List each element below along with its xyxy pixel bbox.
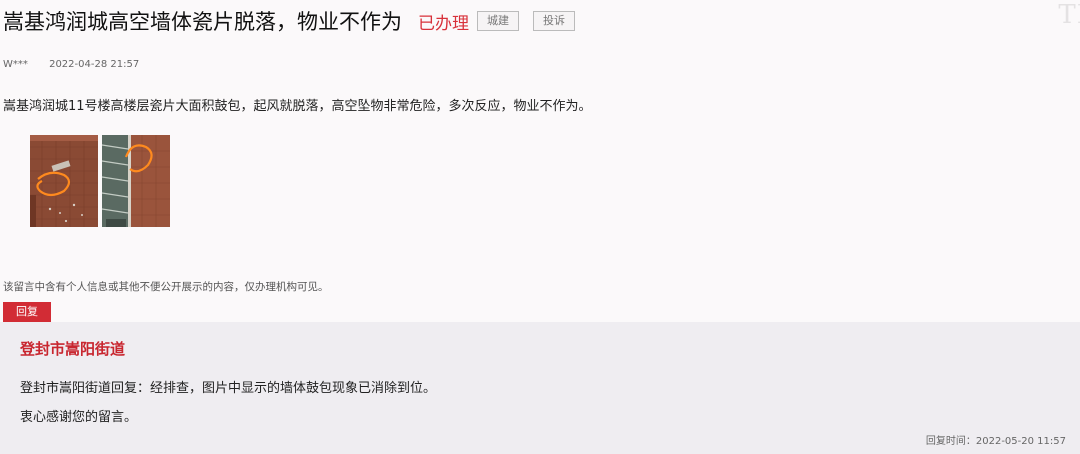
reply-thanks: 衷心感谢您的留言。 (20, 410, 138, 425)
photo-thumbnail[interactable] (102, 135, 170, 227)
reply-content: 登封市嵩阳街道回复：经排查，图片中显示的墙体鼓包现象已消除到位。 (20, 381, 437, 396)
watermark: TI (1058, 0, 1080, 30)
post-header: 嵩基鸿润城高空墙体瓷片脱落，物业不作为 已办理 城建 投诉 (3, 6, 575, 36)
wall-photo-image (30, 135, 98, 227)
reply-organization: 登封市嵩阳街道 (20, 340, 126, 358)
reply-timestamp: 回复时间：2022-05-20 11:57 (925, 436, 1066, 447)
tag-type[interactable]: 投诉 (533, 11, 575, 31)
post-datetime: 2022-04-28 21:57 (49, 59, 140, 70)
reply-section: 登封市嵩阳街道 登封市嵩阳街道回复：经排查，图片中显示的墙体鼓包现象已消除到位。… (0, 322, 1080, 454)
post-content: 嵩基鸿润城11号楼高楼层瓷片大面积鼓包，起风就脱落，高空坠物非常危险，多次反应，… (3, 99, 592, 114)
privacy-notice: 该留言中含有个人信息或其他不便公开展示的内容，仅办理机构可见。 (3, 281, 329, 293)
post-title: 嵩基鸿润城高空墙体瓷片脱落，物业不作为 (3, 10, 402, 34)
tag-category[interactable]: 城建 (477, 11, 519, 31)
author-name: W*** (3, 59, 28, 70)
photo-gallery (30, 135, 170, 227)
reply-badge: 回复 (3, 302, 51, 322)
photo-thumbnail[interactable] (30, 135, 98, 227)
post-meta: W*** 2022-04-28 21:57 (3, 59, 139, 70)
status-badge: 已办理 (418, 13, 469, 34)
balcony-photo-image (102, 135, 170, 227)
